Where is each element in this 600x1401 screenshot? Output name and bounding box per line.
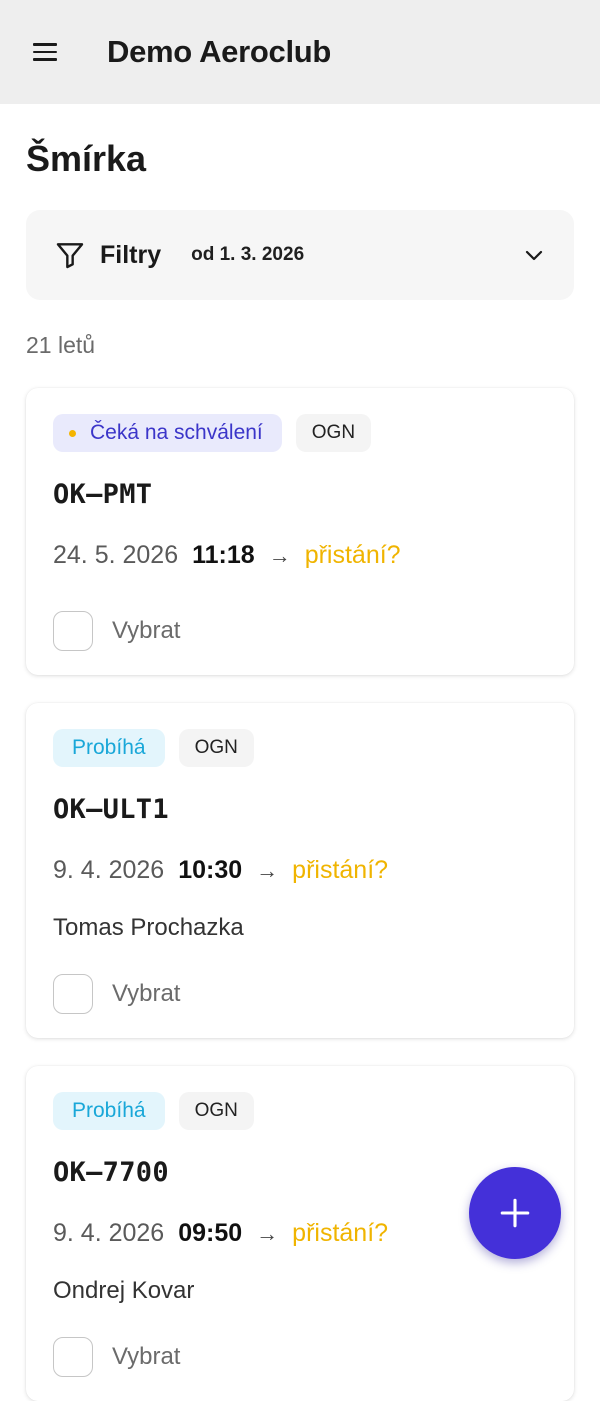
filter-toggle[interactable]: Filtry od 1. 3. 2026 — [26, 210, 574, 300]
status-label: Čeká na schválení — [90, 421, 263, 444]
source-badge: OGN — [295, 414, 372, 452]
select-flight[interactable]: Vybrat — [53, 611, 547, 651]
plus-icon — [500, 1198, 530, 1228]
arrow-right-icon: → — [268, 543, 291, 568]
flight-count: 21 letů — [26, 332, 96, 358]
landing-time: přistání? — [304, 541, 401, 569]
filter-label: Filtry — [100, 240, 162, 269]
menu-button[interactable] — [0, 0, 90, 104]
takeoff-time: 10:30 — [178, 856, 243, 884]
chevron-down-icon — [525, 250, 543, 261]
filter-summary: od 1. 3. 2026 — [191, 244, 305, 265]
flight-date: 24. 5. 2026 — [53, 541, 179, 569]
app-title: Demo Aeroclub — [107, 34, 332, 69]
page-title: Šmírka — [26, 138, 147, 179]
flight-times: 9. 4. 2026 10:30 → přistání? — [53, 853, 547, 888]
select-flight[interactable]: Vybrat — [53, 974, 547, 1014]
hamburger-menu-icon — [33, 43, 57, 61]
select-label: Vybrat — [112, 617, 181, 644]
aircraft-registration: OK–PMT — [53, 479, 153, 510]
select-flight[interactable]: Vybrat — [53, 1337, 547, 1377]
status-badge: Probíhá — [53, 1092, 165, 1130]
select-label: Vybrat — [112, 980, 181, 1007]
landing-time: přistání? — [292, 856, 389, 884]
status-badge: Čeká na schválení — [53, 414, 282, 452]
source-badge: OGN — [178, 1092, 254, 1130]
arrow-right-icon: → — [256, 858, 279, 883]
select-checkbox[interactable] — [53, 1337, 93, 1377]
pending-dot-icon — [69, 429, 76, 437]
flight-card[interactable]: Probíhá OGN OK–ULT1 9. 4. 2026 10:30 → p… — [26, 703, 574, 1038]
status-badge: Probíhá — [53, 729, 165, 767]
select-label: Vybrat — [112, 1343, 181, 1370]
app-bar: Demo Aeroclub — [0, 0, 600, 104]
flight-date: 9. 4. 2026 — [53, 1219, 165, 1247]
landing-time: přistání? — [292, 1219, 389, 1247]
source-badge: OGN — [178, 729, 254, 767]
arrow-right-icon: → — [256, 1221, 279, 1246]
add-flight-button[interactable] — [469, 1167, 561, 1259]
pilot-name: Tomas Prochazka — [53, 914, 244, 941]
select-checkbox[interactable] — [53, 974, 93, 1014]
takeoff-time: 09:50 — [178, 1219, 243, 1247]
select-checkbox[interactable] — [53, 611, 93, 651]
aircraft-registration: OK–ULT1 — [53, 794, 169, 825]
flight-date: 9. 4. 2026 — [53, 856, 165, 884]
flight-card[interactable]: Čeká na schválení OGN OK–PMT 24. 5. 2026… — [26, 388, 574, 675]
filter-funnel-icon — [56, 243, 84, 269]
aircraft-registration: OK–7700 — [53, 1157, 169, 1188]
pilot-name: Ondrej Kovar — [53, 1277, 195, 1304]
takeoff-time: 11:18 — [192, 541, 255, 569]
flight-times: 24. 5. 2026 11:18 → přistání? — [53, 538, 547, 573]
